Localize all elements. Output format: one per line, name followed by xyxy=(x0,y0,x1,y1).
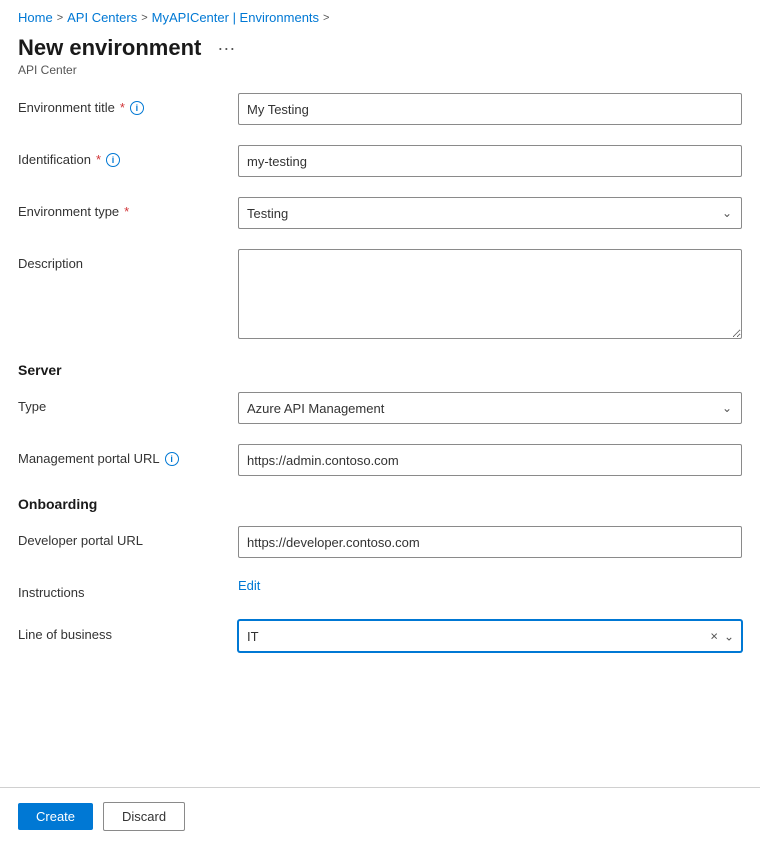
line-of-business-wrapper: × ⌄ xyxy=(238,620,742,652)
line-of-business-input[interactable] xyxy=(238,620,742,652)
env-type-required-marker: * xyxy=(124,204,129,219)
environment-title-row: Environment title * i xyxy=(18,93,742,125)
environment-type-select-wrapper: Testing Production Staging Development ⌄ xyxy=(238,197,742,229)
description-textarea[interactable] xyxy=(238,249,742,339)
create-button[interactable]: Create xyxy=(18,803,93,830)
environment-type-select[interactable]: Testing Production Staging Development xyxy=(238,197,742,229)
server-type-select-wrapper: Azure API Management Custom None ⌄ xyxy=(238,392,742,424)
developer-portal-url-label: Developer portal URL xyxy=(18,526,238,548)
discard-button[interactable]: Discard xyxy=(103,802,185,831)
identification-input[interactable] xyxy=(238,145,742,177)
footer-bar: Create Discard xyxy=(0,787,760,845)
management-portal-url-label: Management portal URL i xyxy=(18,444,238,466)
environment-title-input[interactable] xyxy=(238,93,742,125)
description-label: Description xyxy=(18,249,238,271)
environment-type-row: Environment type * Testing Production St… xyxy=(18,197,742,229)
management-portal-url-row: Management portal URL i xyxy=(18,444,742,476)
environment-type-field: Testing Production Staging Development ⌄ xyxy=(238,197,742,229)
management-portal-url-field xyxy=(238,444,742,476)
management-portal-url-input[interactable] xyxy=(238,444,742,476)
server-type-label: Type xyxy=(18,392,238,414)
identification-info-icon[interactable]: i xyxy=(106,153,120,167)
line-of-business-clear-icon[interactable]: × xyxy=(710,629,718,644)
server-section-title: Server xyxy=(18,362,742,378)
form-container: Environment title * i Identification * i… xyxy=(0,93,760,652)
breadcrumb-sep-1: > xyxy=(57,12,63,24)
instructions-label: Instructions xyxy=(18,578,238,600)
description-field xyxy=(238,249,742,342)
required-marker: * xyxy=(120,100,125,115)
line-of-business-label: Line of business xyxy=(18,620,238,642)
environment-title-field xyxy=(238,93,742,125)
instructions-field: Edit xyxy=(238,578,742,593)
breadcrumb: Home > API Centers > MyAPICenter | Envir… xyxy=(0,0,760,31)
server-type-field: Azure API Management Custom None ⌄ xyxy=(238,392,742,424)
environment-type-label: Environment type * xyxy=(18,197,238,219)
instructions-row: Instructions Edit xyxy=(18,578,742,600)
server-section: Server Type Azure API Management Custom … xyxy=(18,362,742,476)
developer-portal-url-field xyxy=(238,526,742,558)
page-header: New environment ··· xyxy=(0,31,760,63)
line-of-business-chevron-icon[interactable]: ⌄ xyxy=(724,629,734,643)
breadcrumb-sep-2: > xyxy=(141,12,147,24)
instructions-edit-button[interactable]: Edit xyxy=(238,578,260,593)
management-portal-url-info-icon[interactable]: i xyxy=(165,452,179,466)
onboarding-section-title: Onboarding xyxy=(18,496,742,512)
identification-field xyxy=(238,145,742,177)
lob-icons: × ⌄ xyxy=(710,629,734,644)
server-type-select[interactable]: Azure API Management Custom None xyxy=(238,392,742,424)
ellipsis-button[interactable]: ··· xyxy=(211,36,241,61)
environment-title-info-icon[interactable]: i xyxy=(130,101,144,115)
environment-title-label: Environment title * i xyxy=(18,93,238,115)
onboarding-section: Onboarding Developer portal URL Instruct… xyxy=(18,496,742,652)
identification-label: Identification * i xyxy=(18,145,238,167)
developer-portal-url-input[interactable] xyxy=(238,526,742,558)
line-of-business-field: × ⌄ xyxy=(238,620,742,652)
server-type-row: Type Azure API Management Custom None ⌄ xyxy=(18,392,742,424)
identification-row: Identification * i xyxy=(18,145,742,177)
identification-required-marker: * xyxy=(96,152,101,167)
developer-portal-url-row: Developer portal URL xyxy=(18,526,742,558)
line-of-business-row: Line of business × ⌄ xyxy=(18,620,742,652)
breadcrumb-home[interactable]: Home xyxy=(18,10,53,25)
breadcrumb-myapicenter[interactable]: MyAPICenter | Environments xyxy=(152,10,319,25)
breadcrumb-api-centers[interactable]: API Centers xyxy=(67,10,137,25)
page-title: New environment xyxy=(18,35,201,61)
page-subtitle: API Center xyxy=(0,63,760,93)
breadcrumb-sep-3: > xyxy=(323,12,329,24)
description-row: Description xyxy=(18,249,742,342)
